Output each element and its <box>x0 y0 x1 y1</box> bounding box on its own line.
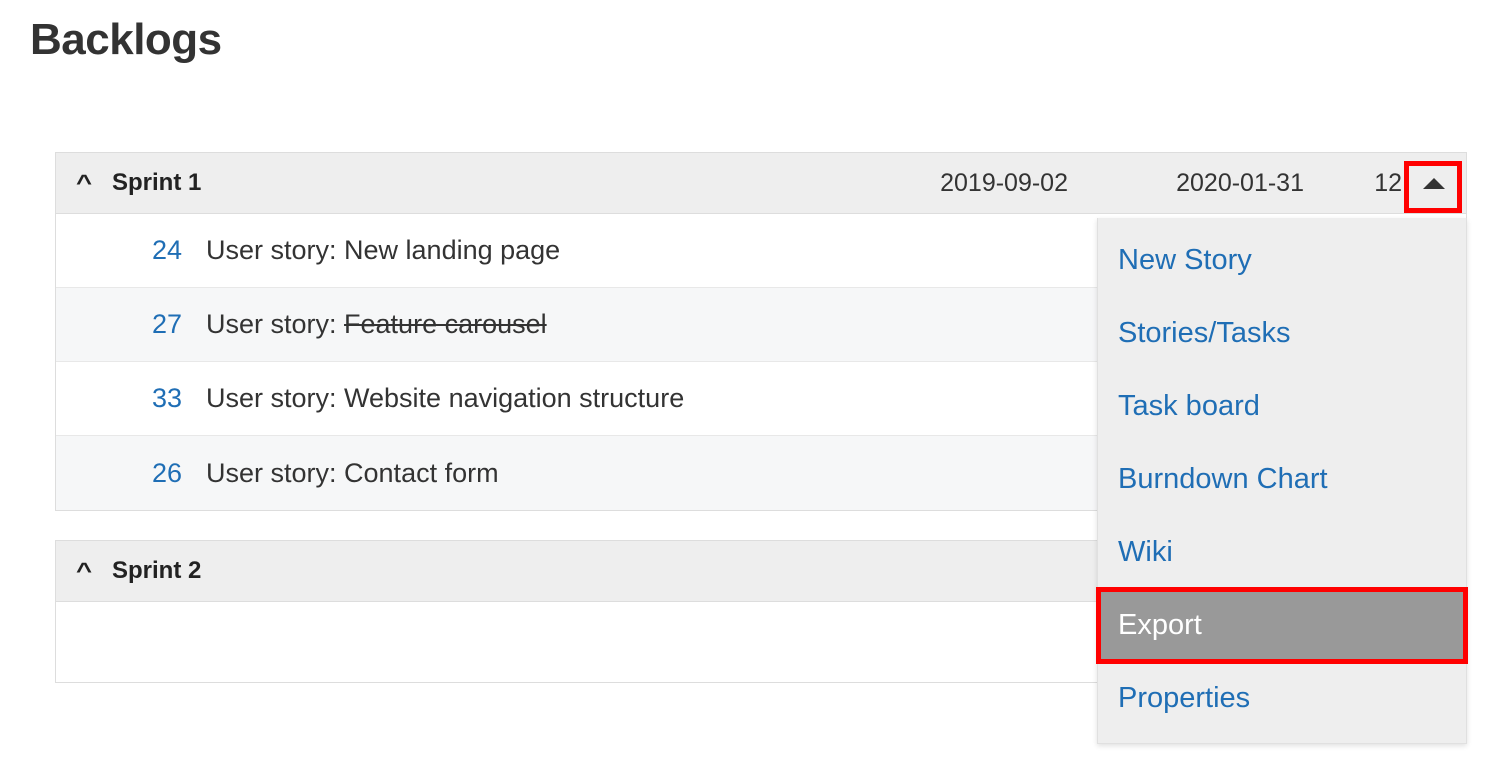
story-title-text: Website navigation structure <box>344 383 685 413</box>
chevron-up-icon[interactable]: ^ <box>49 560 119 582</box>
story-title-text: Contact form <box>344 457 499 488</box>
sprint-name-label[interactable]: Sprint 1 <box>112 169 858 197</box>
story-id-link[interactable]: 33 <box>56 383 206 414</box>
sprint-context-menu: New Story Stories/Tasks Task board Burnd… <box>1096 218 1468 744</box>
menu-item-task-board[interactable]: Task board <box>1098 370 1466 443</box>
story-title: User story: Website navigation structure <box>206 383 684 414</box>
menu-item-burndown-chart[interactable]: Burndown Chart <box>1098 443 1466 516</box>
story-title-text: New landing page <box>344 235 561 265</box>
story-title: User story: New landing page <box>206 235 560 266</box>
chevron-up-icon[interactable]: ^ <box>49 172 119 194</box>
story-id-link[interactable]: 26 <box>56 458 206 489</box>
menu-item-new-story[interactable]: New Story <box>1098 224 1466 297</box>
story-title-text: Feature carousel <box>344 309 547 339</box>
sprint-start-date: 2019-09-02 <box>940 168 1068 197</box>
menu-item-wiki[interactable]: Wiki <box>1098 516 1466 589</box>
page-title: Backlogs <box>30 15 222 64</box>
story-id-link[interactable]: 24 <box>56 235 206 266</box>
story-title-prefix: User story: <box>206 309 345 339</box>
story-id-link[interactable]: 27 <box>56 309 206 340</box>
sprint-meta-group: 2019-09-02 2020-01-31 12 <box>858 162 1466 204</box>
sprint-menu-toggle-button[interactable] <box>1410 162 1458 204</box>
sprint-story-count: 12 <box>1374 168 1402 197</box>
menu-item-stories-tasks[interactable]: Stories/Tasks <box>1098 297 1466 370</box>
story-title: User story: Contact form <box>206 458 499 489</box>
story-title-prefix: User story: <box>206 457 345 488</box>
story-title-prefix: User story: <box>206 235 345 265</box>
sprint-end-date: 2020-01-31 <box>1176 168 1304 197</box>
caret-up-icon <box>1423 177 1445 189</box>
story-title: User story: Feature carousel <box>206 309 547 340</box>
sprint-header-row[interactable]: ^ Sprint 1 2019-09-02 2020-01-31 12 <box>56 153 1466 214</box>
story-title-prefix: User story: <box>206 383 345 413</box>
menu-item-export[interactable]: Export <box>1096 587 1468 664</box>
menu-item-properties[interactable]: Properties <box>1098 662 1466 735</box>
sprint-name-label[interactable]: Sprint 2 <box>112 557 914 585</box>
